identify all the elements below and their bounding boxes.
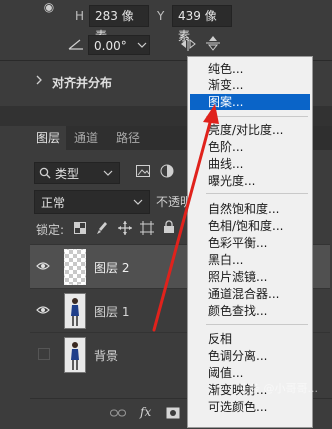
layer-name: 背景 bbox=[94, 349, 119, 363]
menu-item-brightness-contrast[interactable]: 亮度/对比度... bbox=[190, 122, 310, 138]
menu-item-hue-saturation[interactable]: 色相/饱和度... bbox=[190, 218, 310, 234]
eye-icon[interactable] bbox=[36, 305, 50, 315]
image-filter-icon[interactable] bbox=[136, 165, 150, 177]
eye-icon[interactable] bbox=[36, 261, 50, 271]
layer-name: 图层 2 bbox=[94, 261, 130, 275]
h-label: H bbox=[75, 9, 85, 23]
menu-item-gradient[interactable]: 渐变... bbox=[190, 77, 310, 93]
chevron-down-icon bbox=[133, 199, 143, 205]
adjustment-filter-icon[interactable] bbox=[160, 164, 174, 178]
layer-mask-icon[interactable] bbox=[166, 407, 180, 419]
menu-item-pattern[interactable]: 图案... bbox=[190, 94, 310, 110]
person-figure-icon bbox=[71, 342, 79, 370]
watermark: 头条 @小哥哥... bbox=[238, 382, 318, 395]
chevron-right-icon bbox=[36, 75, 42, 85]
align-section-title: 对齐并分布 bbox=[52, 76, 113, 90]
link-icon[interactable]: ◉ bbox=[42, 0, 56, 14]
filter-select[interactable]: 类型 bbox=[34, 162, 120, 184]
lock-artboard-icon[interactable] bbox=[140, 221, 154, 235]
blend-mode-select[interactable]: 正常 bbox=[34, 190, 150, 214]
menu-separator bbox=[206, 324, 308, 325]
h-field[interactable]: 283 像素 bbox=[89, 5, 149, 43]
lock-all-icon[interactable] bbox=[163, 220, 175, 234]
menu-item-vibrance[interactable]: 自然饱和度... bbox=[190, 201, 310, 217]
filter-label: 类型 bbox=[55, 167, 80, 181]
menu-item-threshold[interactable]: 阈值... bbox=[190, 365, 310, 381]
lock-transparent-icon[interactable] bbox=[74, 222, 86, 234]
menu-item-posterize[interactable]: 色调分离... bbox=[190, 348, 310, 364]
angle-icon bbox=[68, 39, 83, 50]
blend-mode-value: 正常 bbox=[41, 196, 66, 210]
menu-item-channel-mixer[interactable]: 通道混合器... bbox=[190, 286, 310, 302]
flip-horizontal-icon[interactable] bbox=[180, 37, 196, 51]
person-figure-icon bbox=[71, 298, 79, 326]
lock-paint-icon[interactable] bbox=[96, 221, 108, 235]
menu-item-color-lookup[interactable]: 颜色查找... bbox=[190, 303, 310, 319]
menu-item-color-balance[interactable]: 色彩平衡... bbox=[190, 235, 310, 251]
menu-item-black-white[interactable]: 黑白... bbox=[190, 252, 310, 268]
layer-thumbnail-transparent bbox=[64, 249, 86, 285]
fx-button[interactable]: fx bbox=[140, 405, 151, 419]
layer-name: 图层 1 bbox=[94, 305, 130, 319]
lock-label: 锁定: bbox=[36, 223, 65, 237]
tab-paths[interactable]: 路径 bbox=[116, 126, 140, 150]
menu-item-exposure[interactable]: 曝光度... bbox=[190, 173, 310, 189]
menu-separator bbox=[206, 193, 308, 194]
menu-item-curves[interactable]: 曲线... bbox=[190, 156, 310, 172]
adjustment-menu: 纯色... 渐变... 图案... 亮度/对比度... 色阶... 曲线... … bbox=[187, 56, 313, 428]
y-label: Y bbox=[157, 9, 165, 23]
properties-area: ◉ H 283 像素 Y 439 像素 0.00° bbox=[0, 0, 332, 60]
menu-item-selective-color[interactable]: 可选颜色... bbox=[190, 399, 310, 415]
flip-vertical-icon[interactable] bbox=[206, 35, 220, 51]
menu-item-solid-color[interactable]: 纯色... bbox=[190, 61, 310, 77]
visibility-toggle-empty[interactable] bbox=[38, 348, 50, 360]
chevron-down-icon bbox=[103, 170, 113, 176]
layer-thumbnail-photo bbox=[64, 337, 86, 373]
menu-separator bbox=[206, 116, 308, 117]
menu-item-photo-filter[interactable]: 照片滤镜... bbox=[190, 269, 310, 285]
angle-dropdown-icon[interactable] bbox=[137, 41, 147, 49]
y-field[interactable]: 439 像素 bbox=[172, 5, 232, 43]
lock-move-icon[interactable] bbox=[118, 221, 132, 235]
layer-thumbnail-photo bbox=[64, 293, 86, 329]
tab-layers[interactable]: 图层 bbox=[30, 126, 66, 150]
search-icon bbox=[39, 167, 51, 179]
menu-item-levels[interactable]: 色阶... bbox=[190, 139, 310, 155]
menu-item-invert[interactable]: 反相 bbox=[190, 331, 310, 347]
link-layers-icon[interactable] bbox=[110, 408, 126, 418]
tab-channels[interactable]: 通道 bbox=[74, 126, 98, 150]
